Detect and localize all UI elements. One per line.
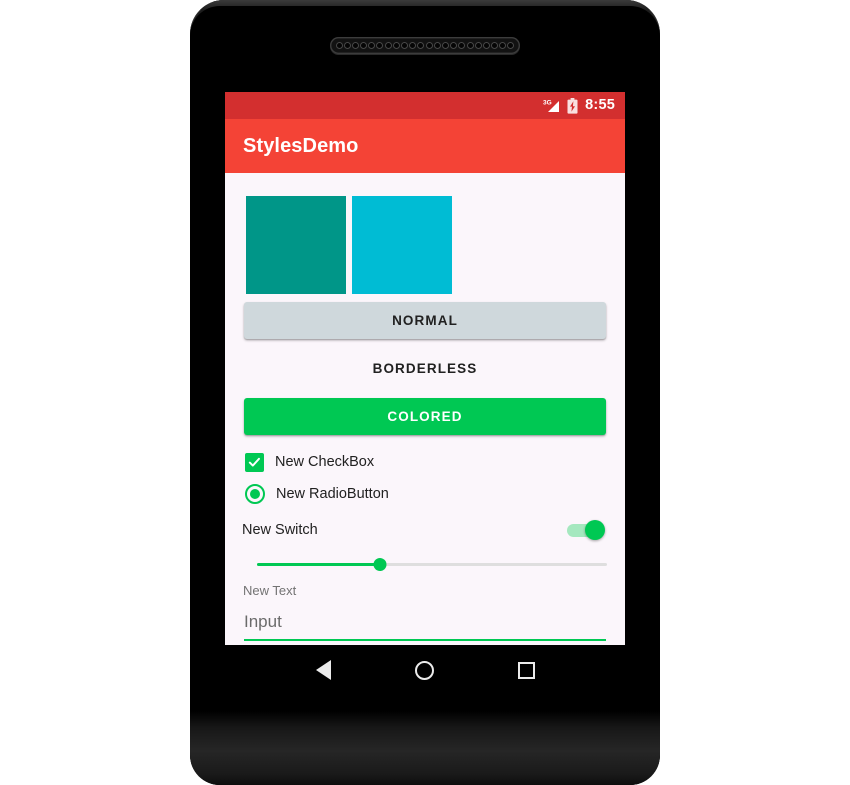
switch-toggle[interactable] <box>567 518 605 542</box>
speaker-hole <box>335 42 343 49</box>
speaker-hole <box>417 42 425 49</box>
input-field[interactable] <box>244 607 606 637</box>
speaker-grille-icon <box>330 37 520 54</box>
checkbox-label: New CheckBox <box>275 454 375 470</box>
input-underline <box>244 638 606 641</box>
speaker-hole <box>384 42 392 49</box>
new-text-label: New Text <box>243 583 297 598</box>
borderless-button[interactable]: BORDERLESS <box>244 350 606 387</box>
speaker-hole <box>450 42 458 49</box>
normal-button[interactable]: NORMAL <box>244 302 606 339</box>
radio-selected-icon[interactable] <box>245 484 265 504</box>
speaker-hole <box>368 42 376 49</box>
speaker-hole <box>392 42 400 49</box>
app-bar: StylesDemo <box>225 119 625 178</box>
speaker-hole <box>433 42 441 49</box>
switch-label: New Switch <box>242 522 318 538</box>
radio-inner-dot <box>250 489 260 499</box>
device-bottom-bevel <box>190 695 660 785</box>
speaker-hole <box>458 42 466 49</box>
speaker-hole <box>507 42 515 49</box>
teal-swatch <box>246 196 346 294</box>
checkbox-row[interactable]: New CheckBox <box>225 446 625 478</box>
app-title: StylesDemo <box>243 134 359 157</box>
seekbar-thumb[interactable] <box>373 558 386 571</box>
radio-row[interactable]: New RadioButton <box>225 478 625 510</box>
input-field-wrap[interactable] <box>244 607 606 641</box>
button-group: NORMAL BORDERLESS COLORED <box>225 294 625 435</box>
speaker-hole <box>425 42 433 49</box>
speaker-hole <box>441 42 449 49</box>
svg-text:3G: 3G <box>543 100 552 107</box>
speaker-hole <box>491 42 499 49</box>
speaker-hole <box>474 42 482 49</box>
device-frame: 3G 8:55 StylesDemo NORMAL BORDERLESS COL… <box>190 0 660 785</box>
nav-home-button[interactable] <box>402 647 448 693</box>
status-bar: 3G 8:55 <box>225 92 625 119</box>
phone-screen: 3G 8:55 StylesDemo NORMAL BORDERLESS COL… <box>225 92 625 645</box>
switch-thumb[interactable] <box>585 520 605 540</box>
checkbox-checked-icon[interactable] <box>245 452 264 472</box>
triangle-back-icon <box>316 660 332 680</box>
speaker-hole <box>376 42 384 49</box>
status-bar-clock: 8:55 <box>585 97 615 114</box>
colored-button[interactable]: COLORED <box>244 398 606 435</box>
battery-charging-icon <box>567 97 578 114</box>
circle-home-icon <box>415 660 435 680</box>
cyan-swatch <box>352 196 452 294</box>
nav-back-button[interactable] <box>301 647 347 693</box>
speaker-hole <box>343 42 351 49</box>
content-area: NORMAL BORDERLESS COLORED New CheckBox N… <box>225 173 625 645</box>
switch-row[interactable]: New Switch <box>225 513 625 547</box>
speaker-hole <box>351 42 359 49</box>
color-swatch-row <box>225 173 625 294</box>
square-recents-icon <box>517 661 535 679</box>
speaker-hole <box>466 42 474 49</box>
navigation-bar <box>225 645 625 695</box>
speaker-hole <box>482 42 490 49</box>
nav-recents-button[interactable] <box>503 647 549 693</box>
seekbar-progress <box>257 563 380 566</box>
signal-bars-icon: 3G <box>543 100 560 112</box>
radio-label: New RadioButton <box>276 486 389 502</box>
seekbar[interactable] <box>257 556 607 572</box>
speaker-hole <box>401 42 409 49</box>
speaker-hole <box>360 42 368 49</box>
speaker-hole <box>409 42 417 49</box>
speaker-hole <box>499 42 507 49</box>
